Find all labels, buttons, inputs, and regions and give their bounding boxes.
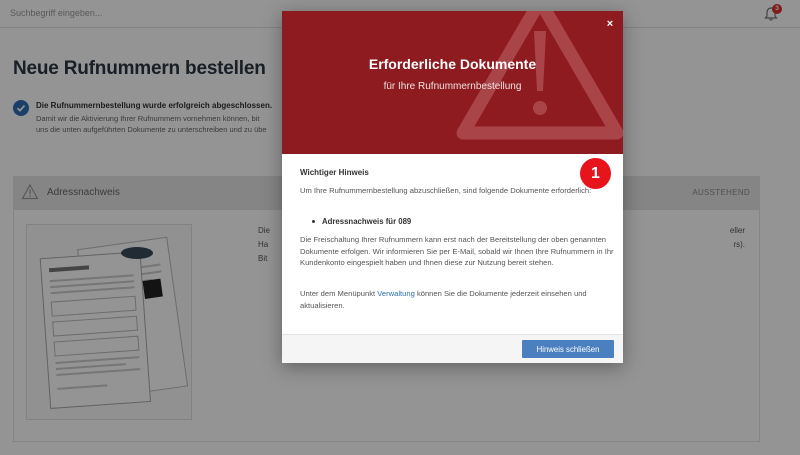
bullet-dot — [312, 220, 315, 223]
hint-paragraph-1: Um Ihre Rufnummernbestellung abzuschließ… — [300, 186, 592, 195]
hint-paragraph-2: Die Freischaltung Ihrer Rufnummern kann … — [300, 235, 614, 267]
verwaltung-link[interactable]: Verwaltung — [377, 289, 415, 298]
modal-header: × Erforderliche Dokumente für Ihre Rufnu… — [282, 11, 623, 154]
hint-title: Wichtiger Hinweis — [300, 168, 369, 177]
modal-footer: Hinweis schließen — [282, 334, 623, 363]
hint-paragraph-3: Unter dem Menüpunkt Verwaltung können Si… — [300, 289, 587, 310]
close-icon[interactable]: × — [604, 18, 616, 30]
modal-subtitle: für Ihre Rufnummernbestellung — [383, 81, 522, 92]
modal-title: Erforderliche Dokumente — [368, 56, 537, 72]
required-document-item: Adressnachweis für 089 — [322, 217, 412, 226]
close-hint-button[interactable]: Hinweis schließen — [522, 340, 614, 358]
